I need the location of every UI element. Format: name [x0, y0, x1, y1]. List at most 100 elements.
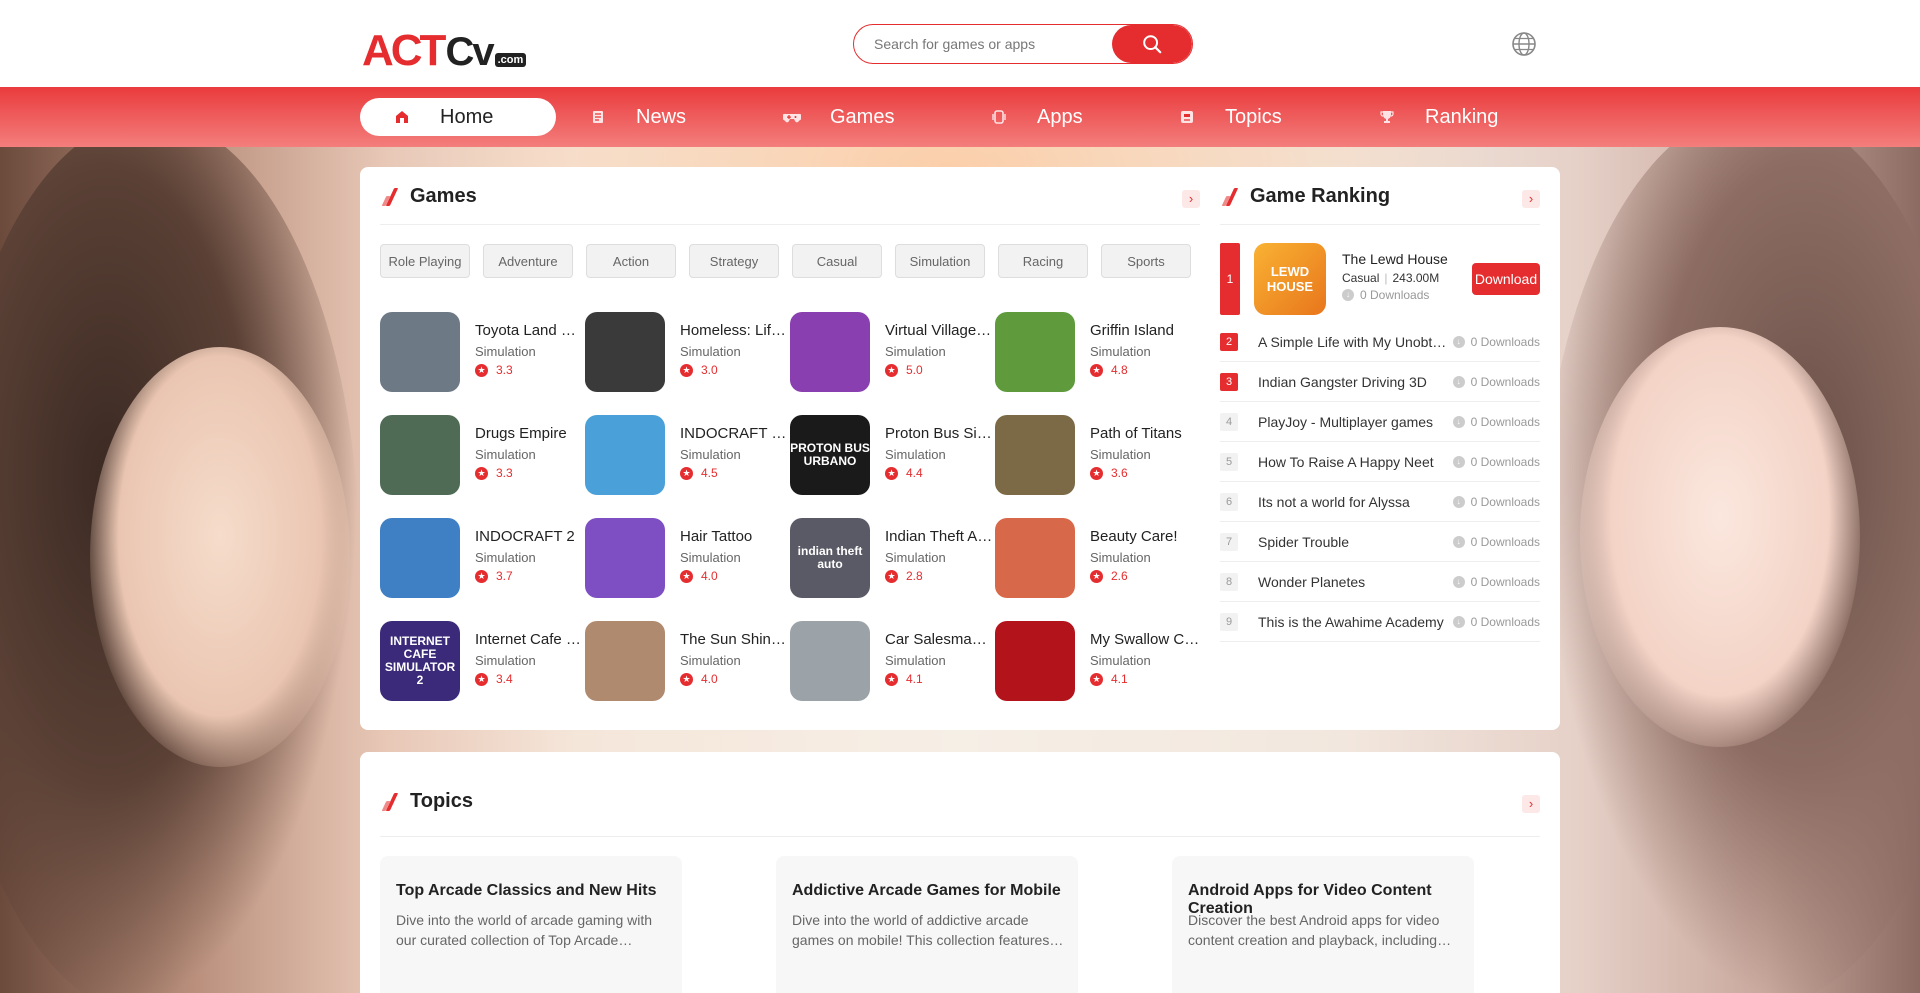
topic-card[interactable]: Android Apps for Video Content Creation … — [1172, 856, 1474, 993]
topic-card[interactable]: Addictive Arcade Games for Mobile Dive i… — [776, 856, 1078, 993]
game-card[interactable]: Virtual Village Life Simulation ★ 5.0 — [790, 312, 995, 394]
ranking-row[interactable]: 7 Spider Trouble ↓ 0 Downloads — [1220, 522, 1540, 562]
game-icon — [585, 518, 665, 598]
download-icon: ↓ — [1452, 615, 1465, 628]
game-icon — [585, 312, 665, 392]
game-icon — [995, 312, 1075, 392]
category-chip[interactable]: Role Playing — [380, 244, 470, 278]
rank-number: 3 — [1220, 372, 1238, 391]
logo-text-cv: Cv — [445, 30, 494, 74]
game-name: INDOCRAFT Simulator — [680, 425, 790, 442]
game-rating: ★ 4.1 — [1090, 672, 1200, 686]
nav-ranking-label: Ranking — [1425, 105, 1499, 128]
rating-value: 3.4 — [496, 672, 513, 686]
game-card[interactable]: Hair Tattoo Simulation ★ 4.0 — [585, 518, 790, 600]
topic-card[interactable]: Top Arcade Classics and New Hits Dive in… — [380, 856, 682, 993]
site-logo[interactable]: ACT Cv .com — [362, 26, 527, 76]
star-icon: ★ — [680, 569, 693, 583]
ranking-row[interactable]: 5 How To Raise A Happy Neet ↓ 0 Downloads — [1220, 442, 1540, 482]
game-icon — [790, 312, 870, 392]
rank-number: 8 — [1220, 572, 1238, 591]
category-chip[interactable]: Adventure — [483, 244, 573, 278]
game-category: Simulation — [1090, 344, 1151, 359]
topics-section-title: Topics — [410, 790, 473, 812]
nav-news[interactable]: News — [556, 98, 752, 136]
rating-value: 3.6 — [1111, 466, 1128, 480]
header: ACT Cv .com — [0, 0, 1920, 87]
star-icon: ★ — [475, 569, 488, 583]
game-card[interactable]: Drugs Empire Simulation ★ 3.3 — [380, 415, 585, 497]
game-card[interactable]: indian theft auto Indian Theft Auto Simula… — [790, 518, 995, 600]
category-chip[interactable]: Simulation — [895, 244, 985, 278]
topics-more-chevron-icon[interactable]: › — [1522, 795, 1540, 813]
game-card[interactable]: The Sun Shines Over Us Simulation ★ 4.0 — [585, 621, 790, 703]
game-card[interactable]: My Swallow Cafe Simulation ★ 4.1 — [995, 621, 1200, 703]
star-icon: ★ — [680, 363, 693, 377]
game-icon — [995, 518, 1075, 598]
game-name: Griffin Island — [1090, 322, 1174, 339]
nav-home[interactable]: Home — [360, 98, 556, 136]
game-rating: ★ 5.0 — [885, 363, 995, 377]
game-category: Simulation — [680, 653, 741, 668]
ranking-row[interactable]: 3 Indian Gangster Driving 3D ↓ 0 Downloads — [1220, 362, 1540, 402]
game-name: Beauty Care! — [1090, 528, 1178, 545]
gamepad-icon — [782, 107, 802, 127]
game-name: The Sun Shines Over Us — [680, 631, 790, 648]
nav-games[interactable]: Games — [750, 98, 946, 136]
game-icon: INTERNET CAFE SIMULATOR 2 — [380, 621, 460, 701]
ranking-row[interactable]: 6 Its not a world for Alyssa ↓ 0 Downloads — [1220, 482, 1540, 522]
category-chip[interactable]: Racing — [998, 244, 1088, 278]
game-card[interactable]: Car Salesman Simulator Simulation ★ 4.1 — [790, 621, 995, 703]
game-card[interactable]: PROTON BUS URBANO Proton Bus Simulator Sim… — [790, 415, 995, 497]
ranking-row[interactable]: 2 A Simple Life with My Unobtrusive Siste… — [1220, 322, 1540, 362]
download-count: ↓ 0 Downloads — [1452, 615, 1540, 629]
games-more-chevron-icon[interactable]: › — [1182, 190, 1200, 208]
star-icon: ★ — [885, 363, 898, 377]
download-icon: ↓ — [1452, 575, 1465, 588]
topic-description: Discover the best Android apps for video… — [1188, 912, 1440, 948]
star-icon: ★ — [885, 569, 898, 583]
ranking-row[interactable]: 4 PlayJoy - Multiplayer games ↓ 0 Downloads — [1220, 402, 1540, 442]
download-count-text: 0 Downloads — [1470, 494, 1540, 509]
game-card[interactable]: INDOCRAFT Simulator Simulation ★ 4.5 — [585, 415, 790, 497]
nav-home-label: Home — [440, 105, 494, 128]
star-icon: ★ — [1090, 569, 1103, 583]
game-info: Toyota Land Cruiser Simulator Simulation ★… — [475, 312, 585, 394]
rating-value: 2.6 — [1111, 569, 1128, 583]
download-button[interactable]: Download — [1472, 263, 1540, 295]
language-globe-icon[interactable] — [1511, 31, 1537, 57]
ranking-row[interactable]: 9 This is the Awahime Academy ↓ 0 Downloads — [1220, 602, 1540, 642]
game-category: Simulation — [1090, 653, 1151, 668]
download-count: ↓ 0 Downloads — [1452, 535, 1540, 549]
nav-apps[interactable]: Apps — [957, 98, 1153, 136]
game-card[interactable]: Griffin Island Simulation ★ 4.8 — [995, 312, 1200, 394]
nav-ranking[interactable]: Ranking — [1345, 98, 1541, 136]
game-name: This is the Awahime Academy — [1258, 613, 1444, 630]
category-chip[interactable]: Casual — [792, 244, 882, 278]
search-button[interactable] — [1112, 25, 1192, 63]
category-chip[interactable]: Strategy — [689, 244, 779, 278]
game-category: Simulation — [1090, 550, 1151, 565]
game-card[interactable]: INTERNET CAFE SIMULATOR 2 Internet Cafe S… — [380, 621, 585, 703]
game-card[interactable]: INDOCRAFT 2 Simulation ★ 3.7 — [380, 518, 585, 600]
game-category: Simulation — [885, 447, 946, 462]
ranking-row[interactable]: 8 Wonder Planetes ↓ 0 Downloads — [1220, 562, 1540, 602]
nav-news-label: News — [636, 105, 687, 128]
category-chip[interactable]: Action — [586, 244, 676, 278]
search-bar — [853, 24, 1193, 64]
search-input[interactable] — [854, 25, 1112, 63]
nav-topics[interactable]: Topics — [1145, 98, 1341, 136]
game-rating: ★ 3.3 — [475, 363, 585, 377]
game-card[interactable]: Homeless: Life Simulator Simulation ★ 3.0 — [585, 312, 790, 394]
ranking-more-chevron-icon[interactable]: › — [1522, 190, 1540, 208]
category-chip[interactable]: Sports — [1101, 244, 1191, 278]
game-card[interactable]: Toyota Land Cruiser Simulator Simulation ★… — [380, 312, 585, 394]
game-info: Proton Bus Simulator Simulation ★ 4.4 — [885, 415, 995, 497]
topic-description: Dive into the world of addictive arcade … — [792, 912, 1061, 948]
game-category: Simulation — [680, 344, 741, 359]
game-card[interactable]: Path of Titans Simulation ★ 3.6 — [995, 415, 1200, 497]
game-card[interactable]: Beauty Care! Simulation ★ 2.6 — [995, 518, 1200, 600]
rank-number: 1 — [1220, 243, 1240, 315]
ranking-top-item[interactable]: 1 LEWD HOUSE The Lewd House Casual | 243.0… — [1220, 243, 1540, 317]
game-name: Virtual Village Life — [885, 322, 995, 339]
